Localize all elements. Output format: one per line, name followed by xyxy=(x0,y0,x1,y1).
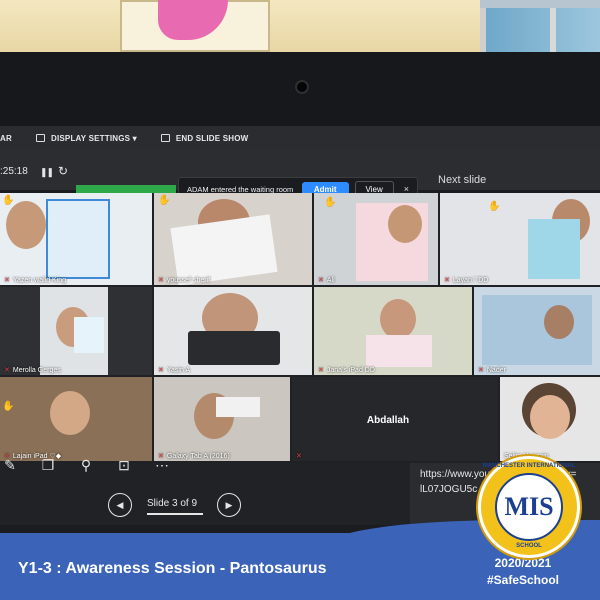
hashtag: #SafeSchool xyxy=(486,573,560,587)
participant-label: ✕ Yasin A xyxy=(158,366,191,375)
slide-progress-line xyxy=(147,513,203,515)
video-tile[interactable]: ✋ ✕ Layan♡DD xyxy=(440,193,600,285)
elapsed-timer: :25:18 xyxy=(0,166,28,177)
video-tile[interactable]: ✕ Nader xyxy=(474,287,600,375)
logo-monogram: MIS xyxy=(495,473,563,541)
raised-hand-icon: ✋ xyxy=(2,195,15,206)
mic-muted-icon: ✕ xyxy=(478,367,484,374)
participant-name: Ali xyxy=(326,276,335,284)
participant-name: Jana's iPad DD xyxy=(326,366,375,374)
participant-name: Abdallah xyxy=(366,415,410,426)
raised-hand-icon: ✋ xyxy=(2,401,15,412)
toolbar-partial-label: AR xyxy=(0,133,12,143)
participant-name: Yasin A xyxy=(166,366,191,374)
mic-muted-icon: ✕ xyxy=(158,277,164,284)
mic-muted-icon: ✕ xyxy=(318,277,324,284)
screen-share-indicator xyxy=(76,185,176,193)
video-tile[interactable]: ✕ Jana's iPad DD xyxy=(314,287,472,375)
subtitles-icon[interactable]: ⊡ xyxy=(114,457,134,474)
held-tablet xyxy=(188,331,280,365)
display-settings-button[interactable]: DISPLAY SETTINGS ▾ xyxy=(35,133,137,143)
participant-label: ✕ Ali xyxy=(318,276,335,285)
participant-label: ✕ youssef sherif xyxy=(158,276,211,285)
held-leaflet xyxy=(366,335,432,367)
banner-title: Y1-3 : Awareness Session - Pantosaurus xyxy=(18,560,327,577)
slideshow-icon xyxy=(160,134,170,142)
held-leaflet xyxy=(74,317,104,353)
video-tile[interactable]: ✋ ✕ Ali xyxy=(314,193,438,285)
more-options-icon[interactable]: ⋯ xyxy=(152,457,172,474)
participant-name: Nader xyxy=(486,366,506,374)
end-slide-show-button[interactable]: END SLIDE SHOW xyxy=(160,133,249,143)
next-slide-button[interactable]: ▶ xyxy=(217,493,241,517)
participant-label: ✕ Merolla Gerges xyxy=(4,366,61,375)
monitor-icon xyxy=(35,134,45,142)
held-paper xyxy=(216,397,260,417)
mic-muted-icon: ✕ xyxy=(444,277,450,284)
logo-ring-bottom: SCHOOL xyxy=(516,543,542,549)
participant-name: youssef sherif xyxy=(166,276,211,284)
video-tile[interactable]: ✋ ✕ Lajain iPad ♡◆ xyxy=(0,377,152,461)
raised-hand-icon: ✋ xyxy=(324,197,337,208)
participant-face xyxy=(6,201,46,249)
logo-ring-top: MANCHESTER INTERNATIONAL xyxy=(482,463,576,469)
held-leaflet xyxy=(46,199,110,279)
held-paper xyxy=(170,214,278,285)
participant-label: ✕ Jana's iPad DD xyxy=(318,366,375,375)
participant-name: Yazen walid King xyxy=(12,276,67,284)
previous-slide-button[interactable]: ◀ xyxy=(108,493,132,517)
slide-counter: Slide 3 of 9 xyxy=(147,498,198,509)
video-tile[interactable]: Selim Hussain xyxy=(500,377,600,461)
pause-icon[interactable]: ❚❚ xyxy=(40,167,54,178)
video-tile[interactable]: ✋ ✕ Yazen walid King xyxy=(0,193,152,285)
zoom-icon[interactable]: ⚲ xyxy=(76,457,96,474)
held-leaflet xyxy=(528,219,580,279)
participant-label: ✕ xyxy=(296,452,305,460)
participant-face xyxy=(50,391,90,435)
participant-face xyxy=(388,205,422,243)
webcam-icon xyxy=(295,80,309,94)
mic-muted-icon: ✕ xyxy=(4,277,10,284)
participant-face xyxy=(380,299,416,339)
video-tile[interactable]: ✕ Yasin A xyxy=(154,287,312,375)
video-tile[interactable]: ✕ Galaxy Tab A (2016) xyxy=(154,377,290,461)
video-tile[interactable]: ✋ ✕ youssef sherif xyxy=(154,193,312,285)
window-ledge xyxy=(480,0,600,8)
participant-name: Merolla Gerges xyxy=(12,366,61,374)
participant-label: ✕ Yazen walid King xyxy=(4,276,67,285)
participant-label: ✕ Nader xyxy=(478,366,506,375)
presenter-tools: ✎ ❐ ⚲ ⊡ ⋯ xyxy=(0,457,190,474)
video-frame xyxy=(482,295,592,365)
pen-icon[interactable]: ✎ xyxy=(0,457,20,474)
slideshow-toolbar: AR DISPLAY SETTINGS ▾ END SLIDE SHOW xyxy=(0,126,600,150)
participant-label: ✕ Layan♡DD xyxy=(444,276,488,284)
logo-letters: MIS xyxy=(504,492,554,521)
video-tile[interactable]: ✕ Merolla Gerges xyxy=(0,287,152,375)
photo-of-monitor: AR DISPLAY SETTINGS ▾ END SLIDE SHOW :25… xyxy=(0,0,600,600)
participant-face xyxy=(530,395,570,439)
raised-hand-icon: ✋ xyxy=(158,195,171,206)
see-all-slides-icon[interactable]: ❐ xyxy=(38,457,58,474)
mic-muted-icon: ✕ xyxy=(4,367,10,374)
mic-muted-icon: ✕ xyxy=(158,367,164,374)
participant-name: Layan♡DD xyxy=(452,277,489,284)
raised-hand-icon: ✋ xyxy=(488,201,501,212)
toolbar-partial-item[interactable]: AR xyxy=(0,134,12,143)
next-slide-heading: Next slide xyxy=(438,174,487,186)
school-logo: MIS MANCHESTER INTERNATIONAL SCHOOL xyxy=(478,456,580,558)
participant-face xyxy=(544,305,574,339)
mic-muted-icon: ✕ xyxy=(296,453,302,460)
mic-muted-icon: ✕ xyxy=(318,367,324,374)
display-settings-label: DISPLAY SETTINGS ▾ xyxy=(50,133,137,143)
reset-timer-icon[interactable]: ↻ xyxy=(58,164,68,178)
school-year: 2020/2021 xyxy=(494,556,552,570)
end-slide-show-label: END SLIDE SHOW xyxy=(175,133,249,143)
